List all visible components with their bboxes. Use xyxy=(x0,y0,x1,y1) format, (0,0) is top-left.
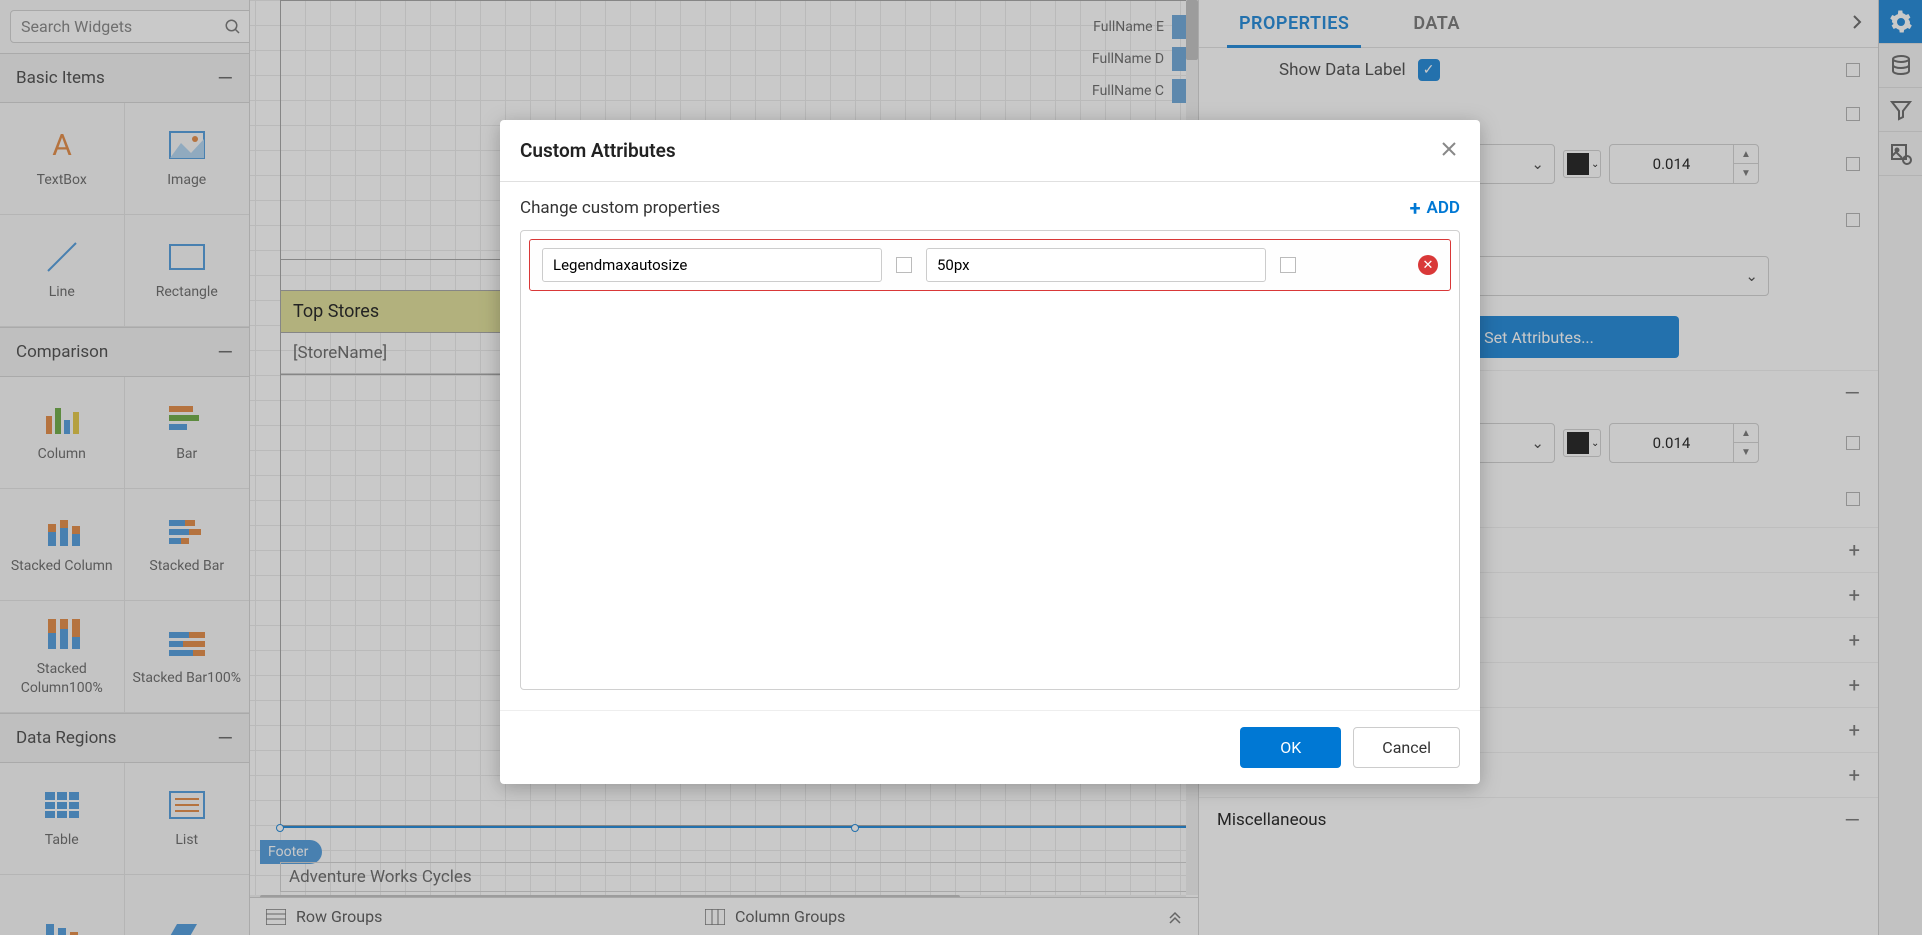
attribute-checkbox[interactable] xyxy=(896,257,912,273)
plus-icon: + xyxy=(1410,196,1421,220)
delete-attribute-button[interactable]: ✕ xyxy=(1418,255,1438,275)
attribute-row: ✕ xyxy=(529,239,1451,291)
attribute-value-input[interactable] xyxy=(926,248,1266,282)
close-icon: ✕ xyxy=(1423,258,1434,273)
attribute-list: ✕ xyxy=(520,230,1460,690)
add-attribute-button[interactable]: + ADD xyxy=(1410,196,1460,220)
attribute-name-input[interactable] xyxy=(542,248,882,282)
custom-attributes-modal: Custom Attributes Change custom properti… xyxy=(500,120,1480,784)
close-icon xyxy=(1442,142,1456,156)
modal-close-button[interactable] xyxy=(1438,136,1460,165)
attribute-checkbox[interactable] xyxy=(1280,257,1296,273)
cancel-button[interactable]: Cancel xyxy=(1353,727,1460,768)
ok-button[interactable]: OK xyxy=(1240,727,1341,768)
modal-subtitle: Change custom properties xyxy=(520,198,720,218)
modal-title: Custom Attributes xyxy=(520,139,676,162)
